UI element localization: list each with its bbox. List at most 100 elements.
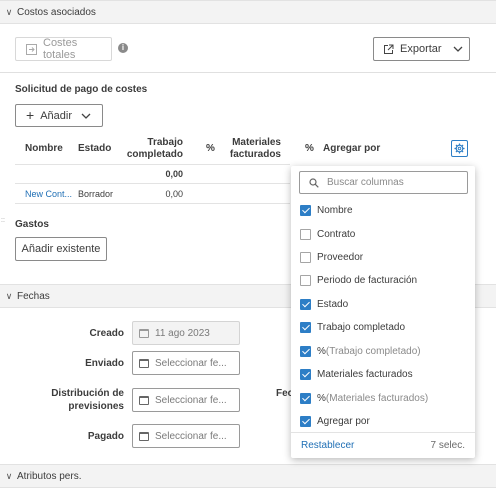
row-nombre-link[interactable]: New Cont... — [25, 189, 72, 199]
column-header-agregar[interactable]: Agregar por — [323, 143, 380, 155]
chevron-down-icon — [453, 46, 463, 52]
checkbox-checked[interactable] — [300, 369, 311, 380]
column-header-materiales-line1: Materiales — [232, 137, 281, 148]
column-option[interactable]: Agregar por — [300, 416, 370, 427]
column-option-label: Proveedor — [317, 252, 364, 263]
column-option-label: Estado — [317, 299, 349, 310]
distribucion-label-line1: Distribución de — [51, 388, 124, 399]
column-option-label: % — [317, 393, 326, 404]
creado-date-field: 11 ago 2023 — [132, 321, 240, 345]
export-icon — [383, 44, 394, 55]
distribucion-date-field[interactable]: Seleccionar fe... — [132, 388, 240, 412]
column-header-trabajo-line1: Trabajo — [147, 137, 183, 148]
column-option-suffix: (Materiales facturados) — [325, 393, 429, 404]
column-header-materiales[interactable]: Materiales facturados — [228, 137, 281, 161]
costes-totales-button[interactable]: Costes totales — [15, 37, 112, 61]
search-icon — [309, 177, 319, 188]
solicitud-title: Solicitud de pago de costes — [15, 84, 148, 95]
reset-link[interactable]: Restablecer — [301, 440, 354, 451]
total-trabajo: 0,00 — [165, 169, 183, 179]
gear-icon — [454, 143, 465, 154]
add-label: Añadir — [40, 109, 72, 122]
selected-count: 7 selec. — [430, 440, 465, 451]
column-option-suffix: (Trabajo completado) — [325, 346, 421, 357]
calendar-icon — [139, 328, 149, 338]
add-existing-button[interactable]: Añadir existente — [15, 237, 107, 261]
column-header-estado[interactable]: Estado — [78, 143, 111, 155]
creado-value: 11 ago 2023 — [155, 327, 210, 339]
column-option[interactable]: Materiales facturados — [300, 369, 413, 380]
checkbox-checked[interactable] — [300, 299, 311, 310]
column-option[interactable]: % (Trabajo completado) — [300, 346, 421, 357]
column-search-placeholder: Buscar columnas — [327, 177, 404, 188]
drag-handle[interactable]: :: — [1, 217, 5, 224]
costes-totales-icon — [26, 43, 37, 55]
add-button[interactable]: + Añadir — [15, 104, 103, 127]
column-option-label: Nombre — [317, 205, 353, 216]
column-search-input[interactable]: Buscar columnas — [299, 171, 468, 194]
checkbox-checked[interactable] — [300, 416, 311, 427]
chevron-down-icon: ∨ — [5, 470, 13, 481]
chevron-down-icon: ∨ — [5, 290, 13, 301]
checkbox-checked[interactable] — [300, 393, 311, 404]
column-option[interactable]: Trabajo completado — [300, 322, 405, 333]
exportar-label: Exportar — [400, 43, 442, 55]
gastos-title: Gastos — [15, 219, 49, 230]
row-estado: Borrador — [78, 189, 114, 199]
costes-totales-label: Costes totales — [43, 37, 78, 61]
calendar-icon — [139, 431, 149, 441]
info-icon[interactable]: i — [118, 43, 128, 53]
column-header-pct2[interactable]: % — [305, 143, 314, 155]
plus-icon: + — [26, 107, 35, 123]
enviado-placeholder: Seleccionar fe... — [155, 357, 227, 369]
column-option[interactable]: % (Materiales facturados) — [300, 393, 428, 404]
pagado-label: Pagado — [87, 431, 124, 442]
checkbox-checked[interactable] — [300, 205, 311, 216]
divider — [15, 164, 290, 165]
distribucion-placeholder: Seleccionar fe... — [155, 394, 227, 406]
calendar-icon — [139, 358, 149, 368]
chevron-down-icon — [81, 113, 91, 119]
column-picker-popup: Buscar columnas Nombre Contrato Proveedor P… — [291, 166, 475, 458]
calendar-icon — [139, 395, 149, 405]
costos-section-header[interactable]: ∨ Costos asociados — [0, 0, 496, 24]
atributos-section-header[interactable]: ∨ Atributos pers. — [0, 464, 496, 488]
column-option-label: Agregar por — [317, 416, 370, 427]
enviado-date-field[interactable]: Seleccionar fe... — [132, 351, 240, 375]
column-option[interactable]: Nombre — [300, 205, 353, 216]
checkbox-unchecked[interactable] — [300, 275, 311, 286]
column-option[interactable]: Proveedor — [300, 252, 363, 263]
column-header-pct[interactable]: % — [206, 143, 215, 155]
checkbox-unchecked[interactable] — [300, 229, 311, 240]
add-existing-label: Añadir existente — [21, 243, 101, 255]
column-option[interactable]: Estado — [300, 299, 348, 310]
chevron-down-icon: ∨ — [5, 6, 13, 17]
column-header-materiales-line2: facturados — [229, 149, 281, 160]
checkbox-checked[interactable] — [300, 346, 311, 357]
column-header-trabajo-line2: completado — [126, 149, 183, 160]
checkbox-checked[interactable] — [300, 322, 311, 333]
column-header-trabajo[interactable]: Trabajo completado — [126, 137, 183, 161]
distribucion-label: Distribución de previsiones — [40, 387, 124, 413]
column-option-label: Periodo de facturación — [317, 275, 418, 286]
column-header-nombre[interactable]: Nombre — [25, 143, 63, 155]
column-option-label: % — [317, 346, 326, 357]
column-settings-button[interactable] — [451, 140, 468, 157]
exportar-button[interactable]: Exportar — [373, 37, 470, 61]
fechas-section-title: Fechas — [17, 290, 50, 302]
enviado-label: Enviado — [85, 358, 124, 369]
atributos-section-title: Atributos pers. — [17, 470, 82, 482]
creado-label: Creado — [89, 328, 124, 339]
divider — [0, 72, 496, 73]
divider — [15, 203, 290, 204]
column-option[interactable]: Contrato — [300, 229, 355, 240]
distribucion-label-line2: previsiones — [68, 401, 124, 412]
pagado-date-field[interactable]: Seleccionar fe... — [132, 424, 240, 448]
column-option-label: Trabajo completado — [317, 322, 406, 333]
divider — [291, 432, 475, 433]
row-trabajo: 0,00 — [165, 189, 183, 199]
column-option[interactable]: Periodo de facturación — [300, 275, 417, 286]
divider — [15, 183, 290, 184]
pagado-placeholder: Seleccionar fe... — [155, 430, 227, 442]
checkbox-unchecked[interactable] — [300, 252, 311, 263]
